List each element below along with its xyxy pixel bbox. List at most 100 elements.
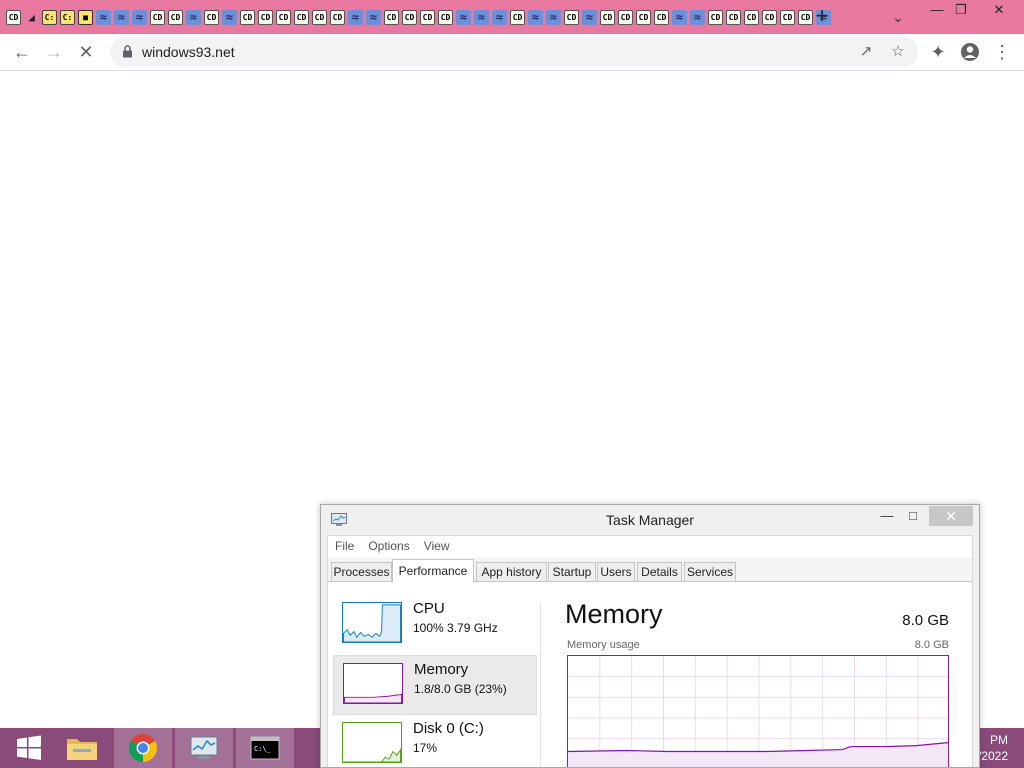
memory-total: 8.0 GB <box>902 612 949 629</box>
tab-startup[interactable]: Startup <box>548 562 596 582</box>
cd-drive-icon[interactable]: CD <box>204 9 219 25</box>
command-prompt-taskbar-button[interactable]: C:\_ <box>236 728 294 768</box>
clock-date: /2022 <box>977 749 1008 763</box>
perf-item-disk[interactable]: Disk 0 (C:) 17% <box>333 715 537 767</box>
tab-performance[interactable]: Performance <box>392 559 474 583</box>
swirl-icon[interactable]: ≈ <box>672 9 687 25</box>
cd-drive-icon[interactable]: CD <box>618 9 633 25</box>
cd-drive-icon[interactable]: CD <box>384 9 399 25</box>
browser-tab-strip: CD ◢ C: C: ■ ≈ ≈ ≈ CD CD ≈ CD ≈ CD CD CD CD CD CD ≈ ≈ CD CD CD C… <box>0 0 1024 34</box>
cd-drive-icon[interactable]: CD <box>654 9 669 25</box>
swirl-icon[interactable]: ≈ <box>528 9 543 25</box>
cd-drive-icon[interactable]: CD <box>150 9 165 25</box>
clock-time: PM <box>990 733 1008 747</box>
forward-icon[interactable]: → <box>40 38 68 66</box>
chrome-taskbar-button[interactable] <box>114 728 172 768</box>
cd-drive-icon[interactable]: CD <box>276 9 291 25</box>
swirl-icon[interactable]: ≈ <box>114 9 129 25</box>
share-icon[interactable]: ↗ <box>855 41 877 63</box>
cpu-thumbnail-graph <box>342 602 402 643</box>
tab-search-button[interactable]: ⌄ <box>886 6 910 28</box>
tab-users[interactable]: Users <box>597 562 635 582</box>
tab-app-history[interactable]: App history <box>476 562 547 582</box>
tab-processes[interactable]: Processes <box>331 562 392 582</box>
cd-drive-icon[interactable]: CD <box>708 9 723 25</box>
perf-memory-detail: 1.8/8.0 GB (23%) <box>414 682 507 696</box>
task-manager-body: File Options View Processes Performance … <box>327 535 973 767</box>
file-explorer-button[interactable] <box>53 728 111 768</box>
task-manager-window[interactable]: Task Manager — □ ✕ File Options View Pro… <box>320 504 980 768</box>
swirl-icon[interactable]: ≈ <box>492 9 507 25</box>
memory-heading: Memory <box>565 599 663 629</box>
swirl-icon[interactable]: ≈ <box>186 9 201 25</box>
windows-logo-icon <box>17 735 41 760</box>
cd-drive-icon[interactable]: CD <box>294 9 309 25</box>
speaker-icon[interactable]: ◢ <box>24 10 39 25</box>
swirl-icon[interactable]: ≈ <box>582 9 597 25</box>
back-icon[interactable]: ← <box>8 38 36 66</box>
restore-button[interactable]: ❐ <box>946 0 976 20</box>
swirl-icon[interactable]: ≈ <box>132 9 147 25</box>
tm-minimize-button[interactable]: — <box>873 507 901 527</box>
command-prompt-icon: C:\_ <box>250 736 280 760</box>
menu-options[interactable]: Options <box>361 536 416 556</box>
bookmark-star-icon[interactable]: ☆ <box>887 41 909 63</box>
cd-drive-icon[interactable]: CD <box>438 9 453 25</box>
cd-drive-icon[interactable]: CD <box>240 9 255 25</box>
cd-drive-icon[interactable]: CD <box>564 9 579 25</box>
perf-cpu-name: CPU <box>413 600 445 617</box>
swirl-icon[interactable]: ≈ <box>474 9 489 25</box>
pane-divider <box>540 603 541 767</box>
cd-drive-icon[interactable]: CD <box>168 9 183 25</box>
disk-thumbnail-graph <box>342 722 402 763</box>
task-manager-icon <box>190 736 218 759</box>
swirl-icon[interactable]: ≈ <box>690 9 705 25</box>
perf-item-memory[interactable]: Memory 1.8/8.0 GB (23%) <box>333 655 537 715</box>
task-manager-taskbar-button[interactable] <box>175 728 233 768</box>
cd-drive-icon[interactable]: CD <box>402 9 417 25</box>
perf-disk-detail: 17% <box>413 741 438 755</box>
cd-drive-icon[interactable]: CD <box>420 9 435 25</box>
cd-drive-icon[interactable]: CD <box>762 9 777 25</box>
menu-file[interactable]: File <box>328 536 361 556</box>
cd-drive-icon[interactable]: CD <box>780 9 795 25</box>
cd-drive-icon[interactable]: CD <box>510 9 525 25</box>
task-manager-titlebar[interactable]: Task Manager — □ ✕ <box>321 505 979 535</box>
address-bar[interactable]: windows93.net ↗ ☆ <box>110 37 918 67</box>
tm-close-button[interactable]: ✕ <box>929 506 973 526</box>
perf-item-cpu[interactable]: CPU 100% 3.79 GHz <box>333 595 537 655</box>
performance-pane: CPU 100% 3.79 GHz Memory 1.8/8.0 GB (23%… <box>328 583 972 767</box>
cd-drive-icon[interactable]: CD <box>6 9 21 25</box>
cd-drive-icon[interactable]: CD <box>330 9 345 25</box>
cs-exe-icon[interactable]: C: <box>60 9 75 25</box>
cd-drive-icon[interactable]: CD <box>726 9 741 25</box>
url-text[interactable]: windows93.net <box>142 44 235 60</box>
cd-drive-icon[interactable]: CD <box>312 9 327 25</box>
image-icon[interactable]: ■ <box>78 9 93 25</box>
perf-memory-name: Memory <box>414 661 469 678</box>
extensions-icon[interactable]: ✦ <box>924 38 952 66</box>
close-button[interactable]: ✕ <box>984 0 1014 20</box>
chrome-menu-icon[interactable]: ⋮ <box>988 38 1016 66</box>
tab-services[interactable]: Services <box>684 562 736 582</box>
swirl-icon[interactable]: ≈ <box>366 9 381 25</box>
swirl-icon[interactable]: ≈ <box>456 9 471 25</box>
new-tab-button[interactable]: + <box>810 5 834 29</box>
cd-drive-icon[interactable]: CD <box>744 9 759 25</box>
profile-avatar-icon[interactable] <box>956 38 984 66</box>
swirl-icon[interactable]: ≈ <box>348 9 363 25</box>
tm-maximize-button[interactable]: □ <box>899 507 927 527</box>
system-clock[interactable]: PM /2022 <box>978 732 1008 764</box>
cs-exe-icon[interactable]: C: <box>42 9 57 25</box>
lock-icon[interactable] <box>122 45 133 58</box>
swirl-icon[interactable]: ≈ <box>222 9 237 25</box>
menu-view[interactable]: View <box>417 536 457 556</box>
stop-loading-icon[interactable]: ✕ <box>72 38 100 66</box>
start-button[interactable] <box>0 728 58 768</box>
swirl-icon[interactable]: ≈ <box>546 9 561 25</box>
cd-drive-icon[interactable]: CD <box>600 9 615 25</box>
cd-drive-icon[interactable]: CD <box>636 9 651 25</box>
cd-drive-icon[interactable]: CD <box>258 9 273 25</box>
swirl-icon[interactable]: ≈ <box>96 9 111 25</box>
tab-details[interactable]: Details <box>637 562 682 582</box>
